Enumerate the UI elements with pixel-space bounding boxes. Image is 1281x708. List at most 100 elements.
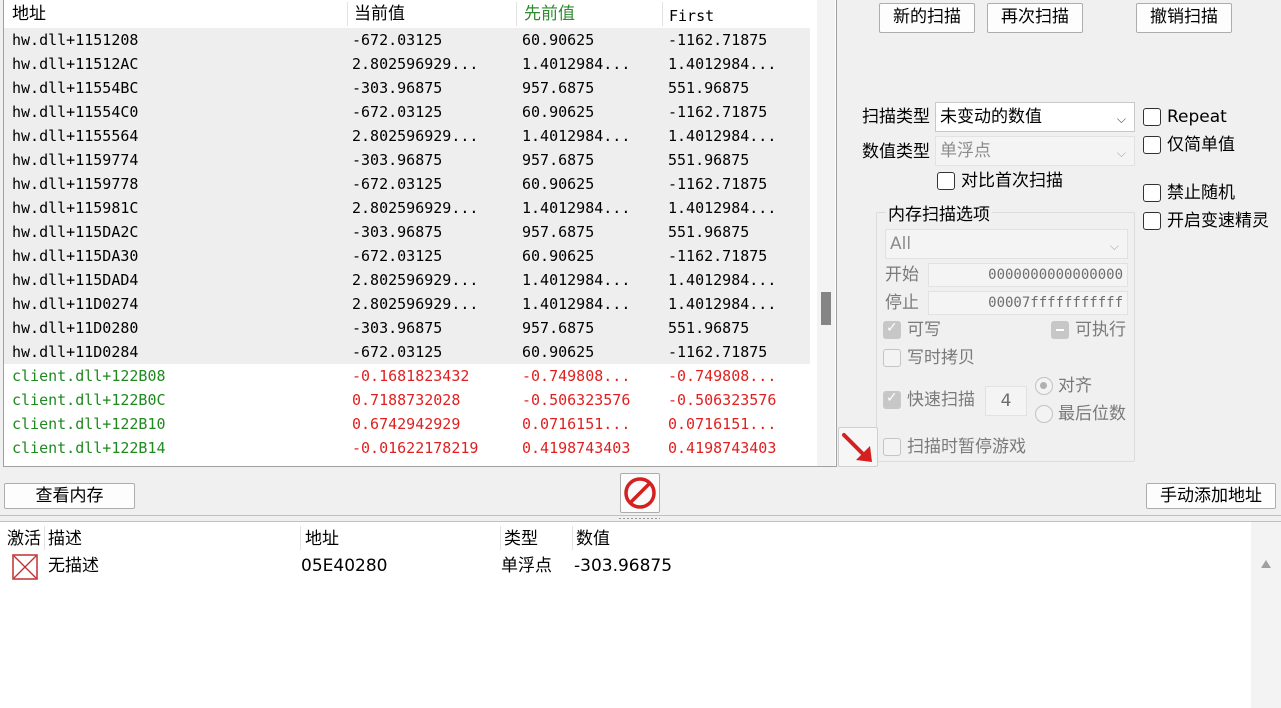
address-list-scrollbar[interactable] xyxy=(1251,522,1281,708)
repeat-label: Repeat xyxy=(1167,107,1227,127)
result-previous: 957.6875 xyxy=(522,79,595,97)
result-row[interactable]: hw.dll+11554BC -303.96875 957.6875 551.9687… xyxy=(4,76,810,100)
address-list[interactable]: 激活 描述 地址 类型 数值 无描述 05E40280 单浮点 -303.968… xyxy=(0,522,1281,708)
result-current: -672.03125 xyxy=(352,247,443,265)
memory-region-value: All xyxy=(890,234,912,254)
add-address-manually-button[interactable]: 手动添加地址 xyxy=(1146,483,1276,509)
result-row[interactable]: client.dll+122B08 -0.1681823432 -0.749808.… xyxy=(4,364,810,388)
result-row[interactable]: hw.dll+115DA30 -672.03125 60.90625 -1162.71… xyxy=(4,244,810,268)
fast-scan-alignment-input[interactable]: 4 xyxy=(985,386,1027,416)
result-current: -0.1681823432 xyxy=(352,367,470,385)
scan-type-dropdown[interactable]: 未变动的数值 ⌵ xyxy=(935,102,1135,132)
writable-checkbox[interactable] xyxy=(883,320,901,339)
result-address: client.dll+122B14 xyxy=(12,439,166,457)
result-current: 2.802596929... xyxy=(352,127,479,145)
panel-splitter[interactable] xyxy=(0,515,1281,522)
next-scan-button[interactable]: 再次扫描 xyxy=(987,3,1083,33)
undo-scan-button[interactable]: 撤销扫描 xyxy=(1136,3,1232,33)
results-scrollbar[interactable] xyxy=(817,0,835,466)
copy-on-write-checkbox[interactable] xyxy=(883,349,901,367)
scan-results-list[interactable]: 地址 当前值 先前值 First hw.dll+1151208 -672.0312… xyxy=(3,0,837,467)
alignment-radio[interactable] xyxy=(1035,377,1053,395)
simple-values-checkbox[interactable] xyxy=(1143,136,1161,154)
disable-random-checkbox[interactable] xyxy=(1143,184,1161,202)
result-current: 0.7188732028 xyxy=(352,391,461,409)
result-first: 551.96875 xyxy=(668,79,750,97)
header-active[interactable]: 激活 xyxy=(7,528,41,550)
result-row[interactable]: client.dll+122B14 -0.01622178219 0.4198743… xyxy=(4,436,810,460)
fast-scan-label: 快速扫描 xyxy=(907,390,975,410)
result-row[interactable]: hw.dll+11554C0 -672.03125 60.90625 -1162.71… xyxy=(4,100,810,124)
scroll-up-icon[interactable] xyxy=(1261,560,1271,568)
results-header: 地址 当前值 先前值 First xyxy=(4,0,810,29)
result-address: client.dll+122B08 xyxy=(12,367,166,385)
result-row[interactable]: hw.dll+1159778 -672.03125 60.90625 -1162.71… xyxy=(4,172,810,196)
result-first: -1162.71875 xyxy=(668,343,768,361)
fast-scan-checkbox[interactable] xyxy=(883,390,901,409)
result-first: 1.4012984... xyxy=(668,295,777,313)
result-row[interactable]: hw.dll+1155564 2.802596929... 1.4012984...… xyxy=(4,124,810,148)
result-address: hw.dll+115DA30 xyxy=(12,247,139,265)
scan-type-value: 未变动的数值 xyxy=(940,107,1042,127)
result-row[interactable]: hw.dll+115981C 2.802596929... 1.4012984...… xyxy=(4,196,810,220)
repeat-checkbox[interactable] xyxy=(1143,108,1161,126)
pause-game-checkbox[interactable] xyxy=(883,438,901,456)
result-current: -672.03125 xyxy=(352,103,443,121)
result-previous: 60.90625 xyxy=(522,247,595,265)
header-description[interactable]: 描述 xyxy=(48,528,82,550)
crossed-checkbox-icon[interactable] xyxy=(12,554,38,580)
memory-region-dropdown[interactable]: All ⌵ xyxy=(885,229,1128,259)
stop-address-input[interactable]: 00007fffffffffff xyxy=(928,291,1128,315)
result-row[interactable]: hw.dll+115DAD4 2.802596929... 1.4012984...… xyxy=(4,268,810,292)
chevron-down-icon: ⌵ xyxy=(1109,239,1119,253)
result-row[interactable]: hw.dll+11D0284 -672.03125 60.90625 -1162.71… xyxy=(4,340,810,364)
result-first: 551.96875 xyxy=(668,223,750,241)
result-address: hw.dll+11D0274 xyxy=(12,295,139,313)
result-current: 0.6742942929 xyxy=(352,415,461,433)
stop-scan-button[interactable] xyxy=(620,473,660,513)
result-address: client.dll+122B10 xyxy=(12,415,166,433)
result-current: 2.802596929... xyxy=(352,199,479,217)
result-current: 2.802596929... xyxy=(352,271,479,289)
result-row[interactable]: hw.dll+1151208 -672.03125 60.90625 -1162.71… xyxy=(4,28,810,52)
result-first: 1.4012984... xyxy=(668,271,777,289)
header-value[interactable]: 数值 xyxy=(576,528,610,550)
result-previous: 1.4012984... xyxy=(522,295,631,313)
speedhack-checkbox[interactable] xyxy=(1143,212,1161,230)
add-to-list-button[interactable] xyxy=(838,427,878,467)
result-row[interactable]: client.dll+122B10 0.6742942929 0.0716151..… xyxy=(4,412,810,436)
result-row[interactable]: hw.dll+115DA2C -303.96875 957.6875 551.9687… xyxy=(4,220,810,244)
result-previous: -0.506323576 xyxy=(522,391,631,409)
result-previous: 957.6875 xyxy=(522,319,595,337)
copy-on-write-label: 写时拷贝 xyxy=(907,348,975,368)
result-current: -303.96875 xyxy=(352,79,443,97)
result-previous: 957.6875 xyxy=(522,223,595,241)
header-first[interactable]: First xyxy=(669,5,714,27)
value-type-dropdown[interactable]: 单浮点 ⌵ xyxy=(935,136,1135,166)
scrollbar-thumb[interactable] xyxy=(821,292,831,325)
header-type[interactable]: 类型 xyxy=(504,528,538,550)
header-current-value[interactable]: 当前值 xyxy=(354,3,405,25)
result-row[interactable]: hw.dll+1159774 -303.96875 957.6875 551.9687… xyxy=(4,148,810,172)
result-address: hw.dll+11D0280 xyxy=(12,319,139,337)
header-address[interactable]: 地址 xyxy=(305,528,339,550)
compare-first-checkbox[interactable] xyxy=(937,172,955,190)
view-memory-button[interactable]: 查看内存 xyxy=(4,483,135,509)
result-row[interactable]: client.dll+122B0C 0.7188732028 -0.50632357… xyxy=(4,388,810,412)
header-previous-value[interactable]: 先前值 xyxy=(524,3,575,25)
result-previous: 60.90625 xyxy=(522,31,595,49)
result-previous: 60.90625 xyxy=(522,103,595,121)
header-address[interactable]: 地址 xyxy=(12,3,46,25)
executable-checkbox[interactable] xyxy=(1051,321,1069,339)
result-row[interactable]: hw.dll+11D0280 -303.96875 957.6875 551.9687… xyxy=(4,316,810,340)
result-previous: -0.749808... xyxy=(522,367,631,385)
last-digits-radio[interactable] xyxy=(1035,405,1053,423)
new-scan-button[interactable]: 新的扫描 xyxy=(879,3,975,33)
result-row[interactable]: hw.dll+11D0274 2.802596929... 1.4012984...… xyxy=(4,292,810,316)
result-address: hw.dll+11554BC xyxy=(12,79,139,97)
start-address-input[interactable]: 0000000000000000 xyxy=(928,263,1128,287)
last-digits-label: 最后位数 xyxy=(1058,404,1126,424)
result-row[interactable]: hw.dll+11512AC 2.802596929... 1.4012984...… xyxy=(4,52,810,76)
value-type-value: 单浮点 xyxy=(940,141,991,161)
result-first: 551.96875 xyxy=(668,319,750,337)
